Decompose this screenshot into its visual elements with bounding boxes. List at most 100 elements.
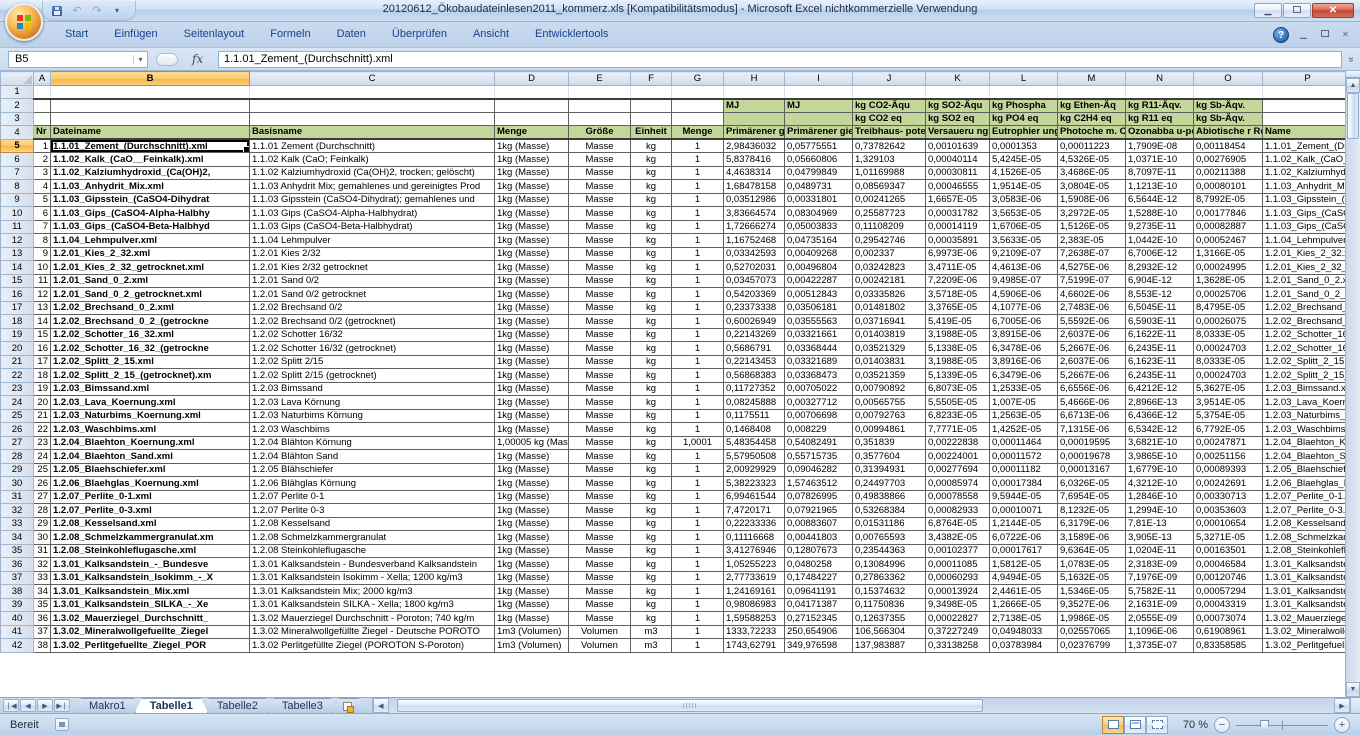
- cell-O21[interactable]: 8,0333E-05: [1194, 355, 1263, 369]
- cell-M14[interactable]: 4,5275E-06: [1058, 261, 1126, 275]
- cell-L11[interactable]: 1,6706E-05: [990, 220, 1058, 234]
- cell-H5[interactable]: 2,98436032: [724, 139, 785, 153]
- cell-L13[interactable]: 9,2109E-07: [990, 247, 1058, 261]
- cell-E41[interactable]: Volumen: [569, 625, 631, 639]
- cell-O30[interactable]: 0,00242691: [1194, 477, 1263, 491]
- cell-A18[interactable]: 14: [34, 315, 51, 329]
- column-header-A[interactable]: A: [34, 72, 51, 86]
- cell-K34[interactable]: 3,4382E-05: [926, 531, 990, 545]
- cell-J10[interactable]: 0,25587723: [853, 207, 926, 221]
- cell-B30[interactable]: 1.2.06_Blaehglas_Koernung.xml: [51, 477, 250, 491]
- cell-D6[interactable]: 1kg (Masse): [495, 153, 569, 167]
- cell-G35[interactable]: 1: [672, 544, 724, 558]
- column-header-H[interactable]: H: [724, 72, 785, 86]
- cell-I8[interactable]: 0,0489731: [785, 180, 853, 194]
- cell-P39[interactable]: 1.3.01_Kalksandstein_SILKA_-_Xe: [1263, 598, 1346, 612]
- cell-N32[interactable]: 1,2994E-10: [1126, 504, 1194, 518]
- cell-E38[interactable]: Masse: [569, 585, 631, 599]
- zoom-out-button[interactable]: −: [1214, 717, 1230, 733]
- cell-G36[interactable]: 1: [672, 558, 724, 572]
- row-header-40[interactable]: 40: [1, 612, 34, 626]
- cell-O39[interactable]: 0,00043319: [1194, 598, 1263, 612]
- cell-L16[interactable]: 4,5906E-06: [990, 288, 1058, 302]
- cell-F2[interactable]: [631, 99, 672, 113]
- cell-P19[interactable]: 1.2.02_Schotter_16_32.xml: [1263, 328, 1346, 342]
- cell-M30[interactable]: 6,0326E-05: [1058, 477, 1126, 491]
- cell-B3[interactable]: [51, 112, 250, 126]
- cell-G24[interactable]: 1: [672, 396, 724, 410]
- cell-G20[interactable]: 1: [672, 342, 724, 356]
- row-header-3[interactable]: 3: [1, 112, 34, 126]
- cell-N33[interactable]: 7,81E-13: [1126, 517, 1194, 531]
- row-header-36[interactable]: 36: [1, 558, 34, 572]
- cell-D29[interactable]: 1kg (Masse): [495, 463, 569, 477]
- cell-H38[interactable]: 1,24169161: [724, 585, 785, 599]
- column-header-O[interactable]: O: [1194, 72, 1263, 86]
- vertical-scroll-thumb[interactable]: [1347, 93, 1359, 139]
- cell-P30[interactable]: 1.2.06_Blaehglas_Koernung.xml: [1263, 477, 1346, 491]
- cell-A12[interactable]: 8: [34, 234, 51, 248]
- row-header-8[interactable]: 8: [1, 180, 34, 194]
- insert-function-button[interactable]: fx: [192, 52, 212, 66]
- cell-M17[interactable]: 2,7483E-06: [1058, 301, 1126, 315]
- cell-O20[interactable]: 0,00024703: [1194, 342, 1263, 356]
- cell-C36[interactable]: 1.3.01 Kalksandstein - Bundesverband Kal…: [250, 558, 495, 572]
- cell-B5[interactable]: 1.1.01_Zement_(Durchschnitt).xml: [51, 139, 250, 153]
- cell-D40[interactable]: 1kg (Masse): [495, 612, 569, 626]
- cell-J24[interactable]: 0,00565755: [853, 396, 926, 410]
- cell-K39[interactable]: 9,3498E-05: [926, 598, 990, 612]
- cell-P15[interactable]: 1.2.01_Sand_0_2.xml: [1263, 274, 1346, 288]
- cell-F14[interactable]: kg: [631, 261, 672, 275]
- cell-C25[interactable]: 1.2.03 Naturbims Körnung: [250, 409, 495, 423]
- cell-K13[interactable]: 6,9973E-06: [926, 247, 990, 261]
- cell-L33[interactable]: 1,2144E-05: [990, 517, 1058, 531]
- cell-O35[interactable]: 0,00163501: [1194, 544, 1263, 558]
- cell-A20[interactable]: 16: [34, 342, 51, 356]
- cell-I18[interactable]: 0,03555563: [785, 315, 853, 329]
- cell-B13[interactable]: 1.2.01_Kies_2_32.xml: [51, 247, 250, 261]
- cell-E27[interactable]: Masse: [569, 436, 631, 450]
- cell-L6[interactable]: 5,4245E-05: [990, 153, 1058, 167]
- row-header-38[interactable]: 38: [1, 585, 34, 599]
- cell-I14[interactable]: 0,00496804: [785, 261, 853, 275]
- cell-J34[interactable]: 0,00765593: [853, 531, 926, 545]
- cell-J37[interactable]: 0,27863362: [853, 571, 926, 585]
- row-header-13[interactable]: 13: [1, 247, 34, 261]
- workbook-minimize-button[interactable]: ▁: [1297, 29, 1310, 41]
- row-header-22[interactable]: 22: [1, 369, 34, 383]
- cell-M42[interactable]: 0,02376799: [1058, 639, 1126, 653]
- cell-L23[interactable]: 1,2533E-05: [990, 382, 1058, 396]
- cell-I5[interactable]: 0,05775551: [785, 139, 853, 153]
- cell-N22[interactable]: 6,2435E-11: [1126, 369, 1194, 383]
- cell-P40[interactable]: 1.3.02_Mauerziegel_Durchschnitt_: [1263, 612, 1346, 626]
- cell-N37[interactable]: 7,1976E-09: [1126, 571, 1194, 585]
- cell-F28[interactable]: kg: [631, 450, 672, 464]
- cell-F8[interactable]: kg: [631, 180, 672, 194]
- cell-N40[interactable]: 2,0555E-09: [1126, 612, 1194, 626]
- cell-M34[interactable]: 3,1589E-06: [1058, 531, 1126, 545]
- cell-H36[interactable]: 1,05255223: [724, 558, 785, 572]
- cell-N5[interactable]: 1,7909E-08: [1126, 139, 1194, 153]
- cell-N25[interactable]: 6,4366E-12: [1126, 409, 1194, 423]
- cell-H4[interactable]: Primärener gie nicht regenerier bar: [724, 126, 785, 140]
- cell-J41[interactable]: 106,566304: [853, 625, 926, 639]
- cell-G9[interactable]: 1: [672, 193, 724, 207]
- cell-F17[interactable]: kg: [631, 301, 672, 315]
- cell-I10[interactable]: 0,08304969: [785, 207, 853, 221]
- cell-M19[interactable]: 2,6037E-06: [1058, 328, 1126, 342]
- cell-F11[interactable]: kg: [631, 220, 672, 234]
- page-break-view-button[interactable]: [1146, 716, 1168, 734]
- cell-K2[interactable]: kg SO2-Äqu: [926, 99, 990, 113]
- cell-D25[interactable]: 1kg (Masse): [495, 409, 569, 423]
- cell-L9[interactable]: 3,0583E-06: [990, 193, 1058, 207]
- cell-H27[interactable]: 5,48354458: [724, 436, 785, 450]
- sheet-tab-makro1[interactable]: Makro1: [74, 698, 141, 713]
- cell-J33[interactable]: 0,01531186: [853, 517, 926, 531]
- cell-I31[interactable]: 0,07826995: [785, 490, 853, 504]
- cell-C23[interactable]: 1.2.03 Bimssand: [250, 382, 495, 396]
- cell-A8[interactable]: 4: [34, 180, 51, 194]
- cell-B24[interactable]: 1.2.03_Lava_Koernung.xml: [51, 396, 250, 410]
- cell-J15[interactable]: 0,00242181: [853, 274, 926, 288]
- cell-D24[interactable]: 1kg (Masse): [495, 396, 569, 410]
- cell-H30[interactable]: 5,38223323: [724, 477, 785, 491]
